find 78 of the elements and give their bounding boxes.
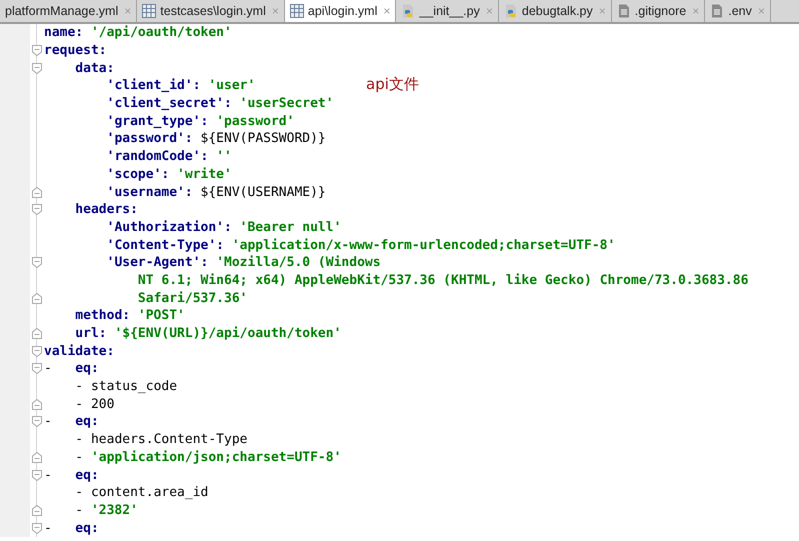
file-tab[interactable]: api\login.yml × [284, 0, 396, 22]
yaml-key: 'client_secret': [44, 96, 232, 112]
fold-marker-icon[interactable] [32, 62, 42, 74]
fold-marker-icon[interactable] [32, 416, 42, 428]
annotation-text: api文件 [366, 75, 419, 94]
yaml-key: name: [44, 25, 84, 40]
yaml-key: eq: [75, 361, 99, 376]
code-text: ${ENV(USERNAME)} [200, 184, 326, 200]
python-file-icon [504, 4, 518, 18]
yaml-string: '2382' [90, 502, 138, 518]
fold-end-marker-icon[interactable] [32, 186, 42, 198]
fold-end-marker-icon[interactable] [32, 328, 42, 340]
yaml-string: Safari/537.36' [136, 290, 248, 306]
yaml-string: 'user' [208, 78, 256, 94]
python-file-icon [401, 4, 416, 18]
text-file-icon [710, 4, 724, 18]
yaml-key: 'Content-Type': [44, 238, 224, 253]
yaml-string: NT 6.1; Win64; x64) AppleWebKit/537.36 (KHTML, like Gecko) Chrome/73.0.3683.86 [136, 272, 748, 288]
tab-label[interactable]: __init__.py [419, 4, 480, 18]
yaml-string: 'password' [216, 114, 294, 129]
yaml-key: 'client_id': [44, 78, 201, 94]
tab-label[interactable]: debugtalk.py [522, 4, 593, 18]
list-dash: - [44, 414, 53, 430]
yaml-key: 'User-Agent': [44, 255, 208, 270]
yaml-key: 'grant_type': [44, 114, 208, 129]
table-icon [142, 4, 156, 18]
yaml-string: 'Bearer null' [240, 220, 342, 235]
yaml-key: validate: [44, 344, 114, 359]
yaml-key: eq: [75, 468, 99, 483]
fold-marker-icon[interactable] [32, 45, 42, 56]
tab-label[interactable]: platformManage.yml [5, 4, 118, 18]
yaml-key: url: [44, 326, 107, 342]
code-text: - 200 [74, 396, 114, 412]
yaml-key: 'randomCode': [44, 149, 208, 164]
yaml-string: '${ENV(URL)}/api/oauth/token' [114, 326, 342, 342]
list-dash: - [44, 520, 53, 536]
yaml-key: eq: [75, 414, 99, 430]
tab-label[interactable]: .gitignore [634, 4, 686, 18]
fold-end-marker-icon[interactable] [32, 452, 42, 463]
yaml-string: 'application/json;charset=UTF-8' [90, 450, 342, 465]
yaml-key: request: [44, 43, 107, 58]
code-text: - content.area_id [74, 485, 208, 500]
code-text: - status_code [74, 379, 178, 394]
yaml-string: 'application/x-www-form-urlencoded;charset=UTF-8' [232, 238, 616, 253]
yaml-string: '/api/oauth/token' [90, 25, 232, 40]
text-file-icon [616, 4, 631, 18]
yaml-key: 'username': [44, 184, 193, 200]
yaml-key: 'Authorization': [44, 220, 232, 235]
yaml-key: data: [44, 60, 114, 76]
table-icon [290, 4, 304, 18]
code-text: - [74, 502, 84, 518]
code-text: - headers.Content-Type [74, 432, 248, 448]
yaml-string: 'Mozilla/5.0 (Windows [216, 255, 381, 270]
yaml-key: 'scope': [44, 166, 170, 182]
list-dash: - [44, 361, 53, 376]
list-dash: - [44, 468, 53, 483]
tab-label[interactable]: testcases\login.yml [160, 4, 266, 18]
fold-marker-icon[interactable] [32, 257, 42, 268]
yaml-key: headers: [44, 202, 138, 218]
fold-marker-icon[interactable] [32, 363, 42, 374]
fold-end-marker-icon[interactable] [32, 504, 42, 516]
fold-marker-icon[interactable] [32, 522, 42, 534]
fold-marker-icon[interactable] [32, 204, 42, 216]
yaml-string: 'write' [177, 166, 232, 182]
yaml-key: 'password': [44, 131, 193, 146]
tab-label[interactable]: .env [728, 4, 752, 18]
yaml-string: '' [216, 149, 232, 164]
fold-end-marker-icon[interactable] [32, 398, 42, 410]
fold-end-marker-icon[interactable] [32, 292, 42, 304]
yaml-key: eq: [75, 520, 99, 536]
fold-marker-icon[interactable] [32, 470, 42, 481]
yaml-string: 'POST' [138, 308, 185, 324]
code-text: - [74, 450, 84, 465]
yaml-string: 'userSecret' [240, 96, 334, 112]
tab-label[interactable]: api\login.yml [308, 4, 378, 18]
fold-marker-icon[interactable] [32, 346, 42, 357]
yaml-key: method: [44, 308, 130, 324]
code-text: ${ENV(PASSWORD)} [200, 131, 326, 146]
